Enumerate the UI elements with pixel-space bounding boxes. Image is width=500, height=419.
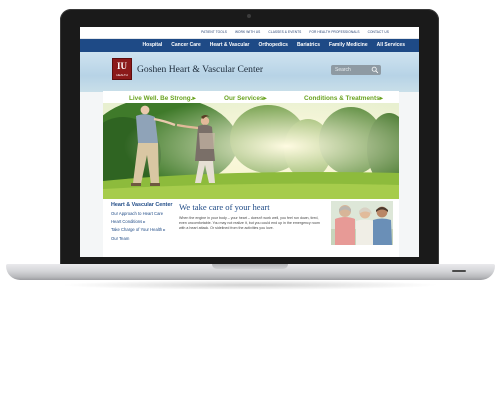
- nav-item-bariatrics[interactable]: Bariatrics: [297, 42, 320, 48]
- utility-link-work-with-us[interactable]: WORK WITH US: [235, 30, 260, 34]
- article-body: When the engine in your body – your hear…: [179, 216, 320, 231]
- search-input[interactable]: Search: [331, 65, 381, 75]
- hero-illustration: [103, 103, 399, 199]
- sidebar-item-our-team[interactable]: Our Team: [111, 236, 175, 241]
- nav-item-family-medicine[interactable]: Family Medicine: [329, 42, 368, 48]
- main-nav: Hospital Cancer Care Heart & Vascular Or…: [80, 39, 419, 52]
- nav-item-hospital[interactable]: Hospital: [143, 42, 163, 48]
- promo-our-services[interactable]: Our Services▸: [224, 94, 267, 102]
- promo-links: Live Well. Be Strong.▸ Our Services▸ Con…: [103, 91, 399, 103]
- search-placeholder: Search: [335, 67, 351, 73]
- utility-link-contact-us[interactable]: CONTACT US: [368, 30, 389, 34]
- nav-item-orthopedics[interactable]: Orthopedics: [258, 42, 287, 48]
- sidebar: Heart & Vascular Center Our Approach to …: [103, 199, 175, 257]
- laptop-mockup: PATIENT TOOLS WORK WITH US CLASSES & EVE…: [0, 0, 500, 419]
- promo-live-well[interactable]: Live Well. Be Strong.▸: [129, 94, 196, 102]
- trackpad-notch: [212, 264, 288, 269]
- sidebar-item-approach[interactable]: Our Approach to Heart Care: [111, 211, 175, 216]
- laptop-base: [6, 264, 495, 280]
- page-content: Live Well. Be Strong.▸ Our Services▸ Con…: [103, 91, 399, 257]
- promo-conditions-treatments[interactable]: Conditions & Treatments▸: [304, 94, 383, 102]
- utility-link-classes-events[interactable]: CLASSES & EVENTS: [268, 30, 301, 34]
- logo-subtext: HEALTH: [116, 73, 128, 77]
- sidebar-item-take-charge[interactable]: Take Charge of Your Health ▸: [111, 227, 175, 232]
- search-icon[interactable]: [371, 66, 379, 74]
- laptop-screen: PATIENT TOOLS WORK WITH US CLASSES & EVE…: [80, 27, 419, 257]
- site-header: IU HEALTH Goshen Heart & Vascular Center…: [80, 52, 419, 92]
- base-shadow: [60, 280, 440, 290]
- family-photo: [331, 201, 393, 245]
- utility-link-patient-tools[interactable]: PATIENT TOOLS: [201, 30, 227, 34]
- utility-link-health-professionals[interactable]: FOR HEALTH PROFESSIONALS: [309, 30, 359, 34]
- indicator-light: [452, 270, 466, 272]
- nav-item-cancer-care[interactable]: Cancer Care: [171, 42, 200, 48]
- main-article: We take care of your heart When the engi…: [179, 199, 327, 257]
- utility-links: PATIENT TOOLS WORK WITH US CLASSES & EVE…: [201, 30, 389, 34]
- nav-item-heart-vascular[interactable]: Heart & Vascular: [210, 42, 250, 48]
- laptop-lid: PATIENT TOOLS WORK WITH US CLASSES & EVE…: [60, 9, 439, 265]
- family-illustration: [331, 201, 393, 245]
- article-heading: We take care of your heart: [179, 202, 270, 212]
- sidebar-item-conditions[interactable]: Heart Conditions ▸: [111, 219, 175, 224]
- logo-mark: IU: [117, 61, 128, 71]
- camera-icon: [247, 14, 251, 18]
- sidebar-title[interactable]: Heart & Vascular Center: [111, 202, 175, 208]
- hero-photo: [103, 103, 399, 199]
- utility-bar: PATIENT TOOLS WORK WITH US CLASSES & EVE…: [80, 27, 419, 39]
- iu-health-logo[interactable]: IU HEALTH: [112, 58, 132, 80]
- nav-item-all-services[interactable]: All Services: [377, 42, 405, 48]
- site-title: Goshen Heart & Vascular Center: [137, 64, 264, 75]
